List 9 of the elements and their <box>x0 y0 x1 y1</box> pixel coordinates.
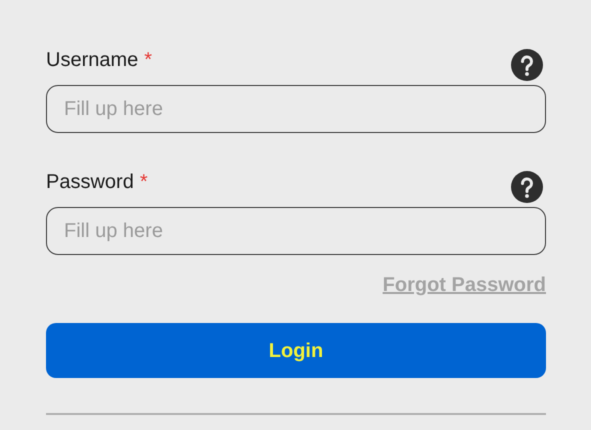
help-icon[interactable] <box>511 49 543 81</box>
input-field[interactable]: Fill up here <box>46 207 546 255</box>
required-mark: * <box>144 48 152 72</box>
field-label: Password <box>46 170 134 194</box>
field-label: Username <box>46 48 138 72</box>
input-field[interactable]: Fill up here <box>46 85 546 133</box>
required-mark: * <box>140 170 148 194</box>
login-button[interactable]: Login <box>46 323 546 378</box>
help-icon[interactable] <box>511 171 543 203</box>
